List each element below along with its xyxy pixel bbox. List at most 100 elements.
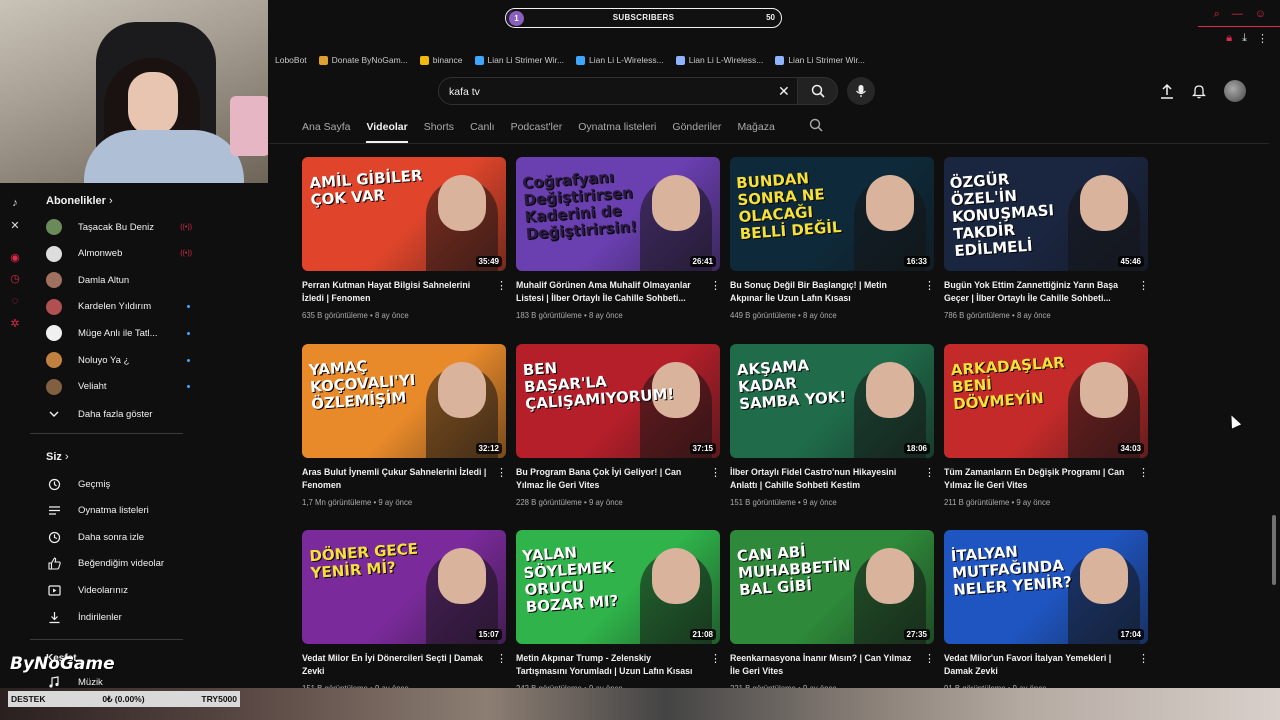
video-title[interactable]: Metin Akpınar Trump - Zelenskiy Tartışma… <box>516 652 702 678</box>
video-thumbnail[interactable]: ARKADAŞLAR BENİ DÖVMEYİN 34:03 <box>944 343 1148 458</box>
bookmark-item[interactable]: LoboBot <box>275 55 307 65</box>
video-card[interactable]: İTALYAN MUTFAĞINDA NELER YENİR? 17:04 Veda… <box>944 530 1149 693</box>
more-options-icon[interactable]: ⋮ <box>924 467 935 478</box>
video-thumbnail[interactable]: CAN ABİ MUHABBETİN BAL GİBİ 27:35 <box>730 530 934 644</box>
video-thumbnail[interactable]: YALAN SÖYLEMEK ORUCU BOZAR MI? 21:08 <box>516 530 720 644</box>
sidebar-item-history[interactable]: Geçmiş <box>46 474 186 494</box>
download-icon[interactable]: ⤓ <box>1242 32 1247 45</box>
video-thumbnail[interactable]: İTALYAN MUTFAĞINDA NELER YENİR? 17:04 <box>944 530 1148 644</box>
sidebar-item-subscription[interactable]: Veliaht <box>46 377 190 397</box>
video-title[interactable]: İlber Ortaylı Fidel Castro'nun Hikayesin… <box>730 466 916 492</box>
more-options-icon[interactable]: ⋮ <box>496 467 507 478</box>
sidebar-item-subscription[interactable]: Noluyo Ya ¿ <box>46 350 190 370</box>
tab-canl-[interactable]: Canlı <box>470 113 495 141</box>
sidebar-item-subscription[interactable]: Müge Anlı ile Tatl... <box>46 323 190 343</box>
bell-icon[interactable] <box>1192 83 1206 99</box>
channel-search-icon[interactable] <box>809 118 823 137</box>
video-card[interactable]: YALAN SÖYLEMEK ORUCU BOZAR MI? 21:08 Metin… <box>516 530 721 693</box>
video-title[interactable]: Aras Bulut İynemli Çukur Sahnelerini İzl… <box>302 466 488 492</box>
voice-search-button[interactable] <box>847 77 875 105</box>
video-card[interactable]: ÖZGÜR ÖZEL'İN KONUŞMASI TAKDİR EDİLMELİ 4… <box>944 157 1149 320</box>
video-card[interactable]: YAMAÇ KOÇOVALI'YI ÖZLEMİŞİM 32:12 Aras Bul… <box>302 343 507 507</box>
video-title[interactable]: Muhalif Görünen Ama Muhalif Olmayanlar L… <box>516 279 702 305</box>
more-options-icon[interactable]: ⋮ <box>1138 654 1149 665</box>
tiktok-icon[interactable]: ♪ <box>9 197 21 209</box>
upload-icon[interactable] <box>1160 83 1174 99</box>
more-options-icon[interactable]: ⋮ <box>1138 281 1149 292</box>
bookmark-item[interactable]: Lian Li L-Wireless... <box>675 55 763 65</box>
lock-icon[interactable]: 🔒︎ <box>1226 32 1232 45</box>
video-card[interactable]: AMİL GİBİLER ÇOK VAR 35:49 Perran Kutman H… <box>302 157 507 320</box>
video-thumbnail[interactable]: AKŞAMA KADAR SAMBA YOK! 18:06 <box>730 343 934 458</box>
sidebar-item-clock[interactable]: Daha sonra izle <box>46 527 186 547</box>
video-card[interactable]: BEN BAŞAR'LA ÇALIŞAMIYORUM! 37:15 Bu Progr… <box>516 343 721 507</box>
video-thumbnail[interactable]: Coğrafyanı Değiştirirsen Kaderini de Değ… <box>516 157 720 271</box>
more-options-icon[interactable]: ⋮ <box>924 281 935 292</box>
record-icon[interactable]: ◉ <box>9 252 21 264</box>
video-title[interactable]: Vedat Milor En İyi Dönercileri Seçti | D… <box>302 652 488 678</box>
more-options-icon[interactable]: ⋮ <box>1138 467 1149 478</box>
x-icon[interactable]: ✕ <box>9 220 21 232</box>
sidebar-item-video[interactable]: Videolarınız <box>46 580 186 600</box>
chat-red-icon[interactable]: ◌ <box>9 295 21 307</box>
sidebar-item-download[interactable]: İndirilenler <box>46 607 186 627</box>
video-thumbnail[interactable]: AMİL GİBİLER ÇOK VAR 35:49 <box>302 157 506 271</box>
tab-podcast-ler[interactable]: Podcast'ler <box>511 113 563 141</box>
video-title[interactable]: Reenkarnasyona İnanır Mısın? | Can Yılma… <box>730 652 916 678</box>
bookmark-item[interactable]: binance <box>419 55 463 65</box>
more-options-icon[interactable]: ⋮ <box>496 281 507 292</box>
sidebar-item-subscription[interactable]: Almonweb ((•)) <box>46 244 192 264</box>
clock-red-icon[interactable]: ◷ <box>9 273 21 285</box>
more-options-icon[interactable]: ⋮ <box>710 281 721 292</box>
more-options-icon[interactable]: ⋮ <box>710 654 721 665</box>
bookmark-item[interactable]: Donate ByNoGam... <box>318 55 408 65</box>
tab-g-nderiler[interactable]: Gönderiler <box>672 113 721 141</box>
sidebar-item-thumbs-up[interactable]: Beğendiğim videolar <box>46 554 186 574</box>
video-card[interactable]: BUNDAN SONRA NE OLACAĞI BELLİ DEĞİL 16:33… <box>730 157 935 320</box>
search-icon[interactable]: ⌕ <box>1214 8 1220 21</box>
video-title[interactable]: Tüm Zamanların En Değişik Programı | Can… <box>944 466 1130 492</box>
bookmark-item[interactable]: Lian Li Strimer Wir... <box>775 55 865 65</box>
menu-icon[interactable]: ⋮ <box>1257 32 1268 45</box>
video-card[interactable]: Coğrafyanı Değiştirirsen Kaderini de Değ… <box>516 157 721 320</box>
you-heading[interactable]: Siz › <box>46 451 69 463</box>
sidebar-item-subscription[interactable]: Kardelen Yıldırım <box>46 297 190 317</box>
video-card[interactable]: DÖNER GECE YENİR Mİ? 15:07 Vedat Milor En … <box>302 530 507 693</box>
minimize-icon[interactable]: — <box>1232 8 1243 21</box>
subscriptions-heading[interactable]: Abonelikler › <box>46 195 113 207</box>
bookmark-item[interactable]: Lian Li Strimer Wir... <box>474 55 564 65</box>
video-card[interactable]: AKŞAMA KADAR SAMBA YOK! 18:06 İlber Ortayl… <box>730 343 935 507</box>
video-thumbnail[interactable]: ÖZGÜR ÖZEL'İN KONUŞMASI TAKDİR EDİLMELİ 4… <box>944 157 1148 271</box>
video-title[interactable]: Bu Sonuç Değil Bir Başlangıç! | Metin Ak… <box>730 279 916 305</box>
video-title[interactable]: Bu Program Bana Çok İyi Geliyor! | Can Y… <box>516 466 702 492</box>
more-options-icon[interactable]: ⋮ <box>924 654 935 665</box>
scrollbar[interactable] <box>1270 72 1278 688</box>
profile-icon[interactable]: ☺ <box>1255 8 1266 21</box>
sidebar-item-subscription[interactable]: Taşacak Bu Deniz ((•)) <box>46 217 192 237</box>
video-card[interactable]: ARKADAŞLAR BENİ DÖVMEYİN 34:03 Tüm Zamanla… <box>944 343 1149 507</box>
bookmark-item[interactable]: Lian Li L-Wireless... <box>576 55 664 65</box>
tab-oynatma-listeleri[interactable]: Oynatma listeleri <box>578 113 656 141</box>
video-title[interactable]: Vedat Milor'un Favori İtalyan Yemekleri … <box>944 652 1130 678</box>
sidebar-item-playlist[interactable]: Oynatma listeleri <box>46 501 186 521</box>
tab-ana-sayfa[interactable]: Ana Sayfa <box>302 113 350 141</box>
tab-shorts[interactable]: Shorts <box>424 113 454 141</box>
video-thumbnail[interactable]: DÖNER GECE YENİR Mİ? 15:07 <box>302 530 506 644</box>
more-options-icon[interactable]: ⋮ <box>710 467 721 478</box>
video-title[interactable]: Perran Kutman Hayat Bilgisi Sahnelerini … <box>302 279 488 305</box>
video-thumbnail[interactable]: BEN BAŞAR'LA ÇALIŞAMIYORUM! 37:15 <box>516 343 720 458</box>
show-more-button[interactable]: Daha fazla göster <box>46 404 186 424</box>
search-button[interactable] <box>797 77 838 105</box>
search-input[interactable] <box>449 82 749 102</box>
video-title[interactable]: Bugün Yok Ettim Zannettiğiniz Yarın Başa… <box>944 279 1130 305</box>
video-thumbnail[interactable]: BUNDAN SONRA NE OLACAĞI BELLİ DEĞİL 16:33 <box>730 157 934 271</box>
more-options-icon[interactable]: ⋮ <box>496 654 507 665</box>
tab-videolar[interactable]: Videolar <box>366 113 408 143</box>
scrollbar-thumb[interactable] <box>1272 515 1276 585</box>
video-thumbnail[interactable]: YAMAÇ KOÇOVALI'YI ÖZLEMİŞİM 32:12 <box>302 343 506 458</box>
close-icon[interactable]: ✕ <box>778 83 790 99</box>
video-card[interactable]: CAN ABİ MUHABBETİN BAL GİBİ 27:35 Reenkarn… <box>730 530 935 693</box>
gear-red-icon[interactable]: ✲ <box>9 318 21 330</box>
tab-ma-aza[interactable]: Mağaza <box>737 113 774 141</box>
avatar[interactable] <box>1224 80 1246 102</box>
